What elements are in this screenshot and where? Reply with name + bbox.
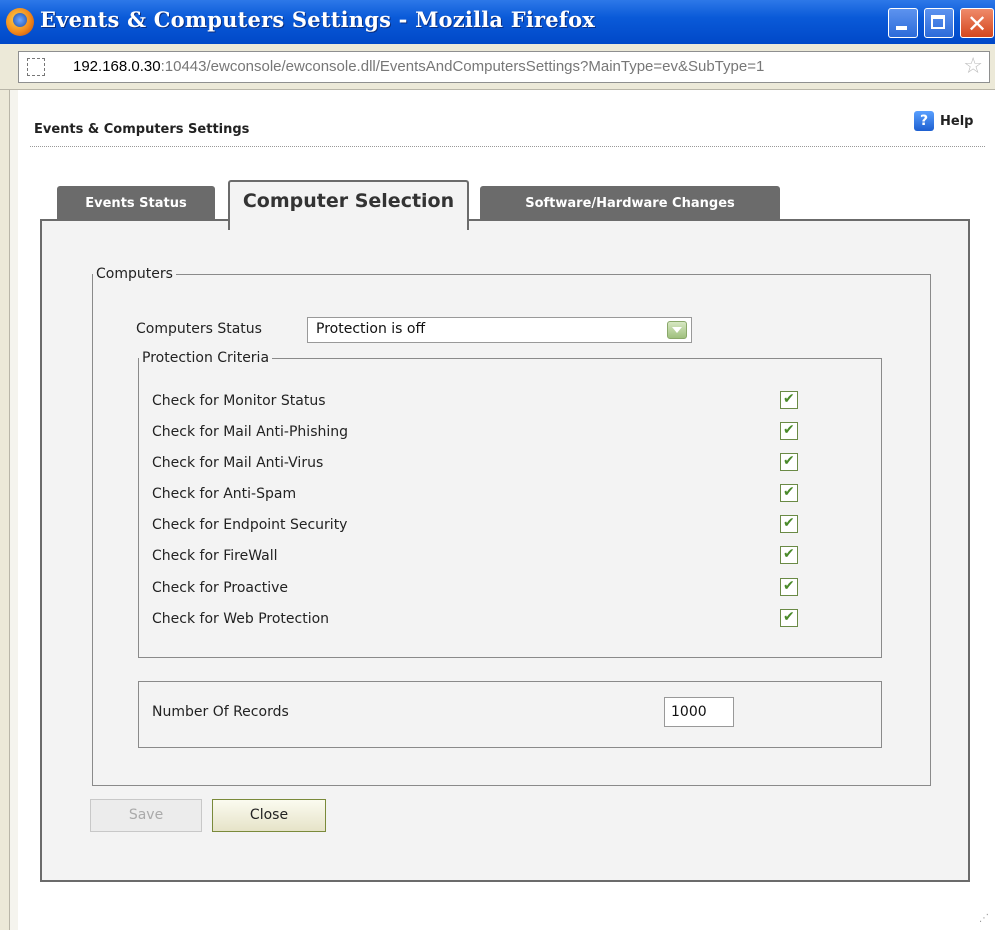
criteria-checkbox-monitor-status[interactable] bbox=[780, 391, 798, 409]
criteria-row: Check for FireWall bbox=[152, 546, 812, 568]
criteria-checkbox-mail-anti-phishing[interactable] bbox=[780, 422, 798, 440]
address-bar-container: 192.168.0.30:10443/ewconsole/ewconsole.d… bbox=[0, 44, 995, 90]
criteria-row: Check for Mail Anti-Virus bbox=[152, 453, 812, 475]
window-left-gutter bbox=[10, 90, 18, 930]
maximize-button[interactable] bbox=[924, 8, 954, 38]
criteria-checkbox-mail-anti-virus[interactable] bbox=[780, 453, 798, 471]
criteria-row: Check for Anti-Spam bbox=[152, 484, 812, 506]
help-link[interactable]: ? Help bbox=[914, 111, 973, 131]
number-of-records-label: Number Of Records bbox=[152, 704, 289, 720]
save-button[interactable]: Save bbox=[90, 799, 202, 832]
close-window-button[interactable]: ✕ bbox=[960, 8, 994, 38]
resize-grip-icon[interactable]: ⋰ bbox=[979, 913, 989, 924]
criteria-checkbox-firewall[interactable] bbox=[780, 546, 798, 564]
window-left-border bbox=[0, 90, 10, 930]
criteria-label: Check for FireWall bbox=[152, 548, 278, 564]
dropdown-arrow-icon[interactable] bbox=[667, 321, 687, 339]
minimize-button[interactable] bbox=[888, 8, 918, 38]
close-button[interactable]: Close bbox=[212, 799, 326, 832]
url-host: 192.168.0.30 bbox=[73, 58, 161, 75]
tab-computer-selection[interactable]: Computer Selection bbox=[228, 180, 469, 230]
help-label[interactable]: Help bbox=[940, 114, 973, 129]
number-of-records-input[interactable]: 1000 bbox=[664, 697, 734, 727]
tab-software-hardware-changes[interactable]: Software/Hardware Changes bbox=[480, 186, 780, 222]
criteria-label: Check for Web Protection bbox=[152, 611, 330, 627]
number-of-records-value: 1000 bbox=[671, 704, 707, 720]
window-title: Events & Computers Settings - Mozilla Fi… bbox=[40, 7, 596, 32]
computers-status-label: Computers Status bbox=[136, 321, 262, 337]
criteria-label: Check for Monitor Status bbox=[152, 393, 326, 409]
window-titlebar: Events & Computers Settings - Mozilla Fi… bbox=[0, 0, 995, 44]
site-identity-icon[interactable] bbox=[27, 58, 45, 76]
criteria-checkbox-anti-spam[interactable] bbox=[780, 484, 798, 502]
firefox-icon bbox=[6, 8, 34, 36]
tab-events-status[interactable]: Events Status bbox=[57, 186, 215, 222]
criteria-label: Check for Proactive bbox=[152, 580, 288, 596]
criteria-checkbox-endpoint-security[interactable] bbox=[780, 515, 798, 533]
criteria-row: Check for Mail Anti-Phishing bbox=[152, 422, 812, 444]
criteria-row: Check for Endpoint Security bbox=[152, 515, 812, 537]
close-icon: ✕ bbox=[967, 10, 988, 38]
protection-criteria-legend: Protection Criteria bbox=[142, 350, 270, 366]
criteria-label: Check for Anti-Spam bbox=[152, 486, 297, 502]
computers-status-value: Protection is off bbox=[316, 321, 426, 337]
criteria-label: Check for Endpoint Security bbox=[152, 517, 348, 533]
computers-legend: Computers bbox=[96, 266, 173, 282]
page-title: Events & Computers Settings bbox=[34, 122, 250, 137]
criteria-label: Check for Mail Anti-Virus bbox=[152, 455, 324, 471]
computers-status-select[interactable]: Protection is off bbox=[307, 317, 692, 343]
help-icon[interactable]: ? bbox=[914, 111, 934, 131]
criteria-row: Check for Web Protection bbox=[152, 609, 812, 631]
bookmark-star-icon[interactable]: ☆ bbox=[963, 54, 983, 79]
title-divider bbox=[30, 146, 985, 147]
criteria-row: Check for Monitor Status bbox=[152, 391, 812, 413]
criteria-label: Check for Mail Anti-Phishing bbox=[152, 424, 349, 440]
address-bar[interactable]: 192.168.0.30:10443/ewconsole/ewconsole.d… bbox=[18, 51, 990, 83]
criteria-row: Check for Proactive bbox=[152, 578, 812, 600]
url-path: :10443/ewconsole/ewconsole.dll/EventsAnd… bbox=[160, 58, 765, 75]
criteria-checkbox-web-protection[interactable] bbox=[780, 609, 798, 627]
criteria-checkbox-proactive[interactable] bbox=[780, 578, 798, 596]
url-text[interactable]: 192.168.0.30:10443/ewconsole/ewconsole.d… bbox=[73, 58, 764, 75]
